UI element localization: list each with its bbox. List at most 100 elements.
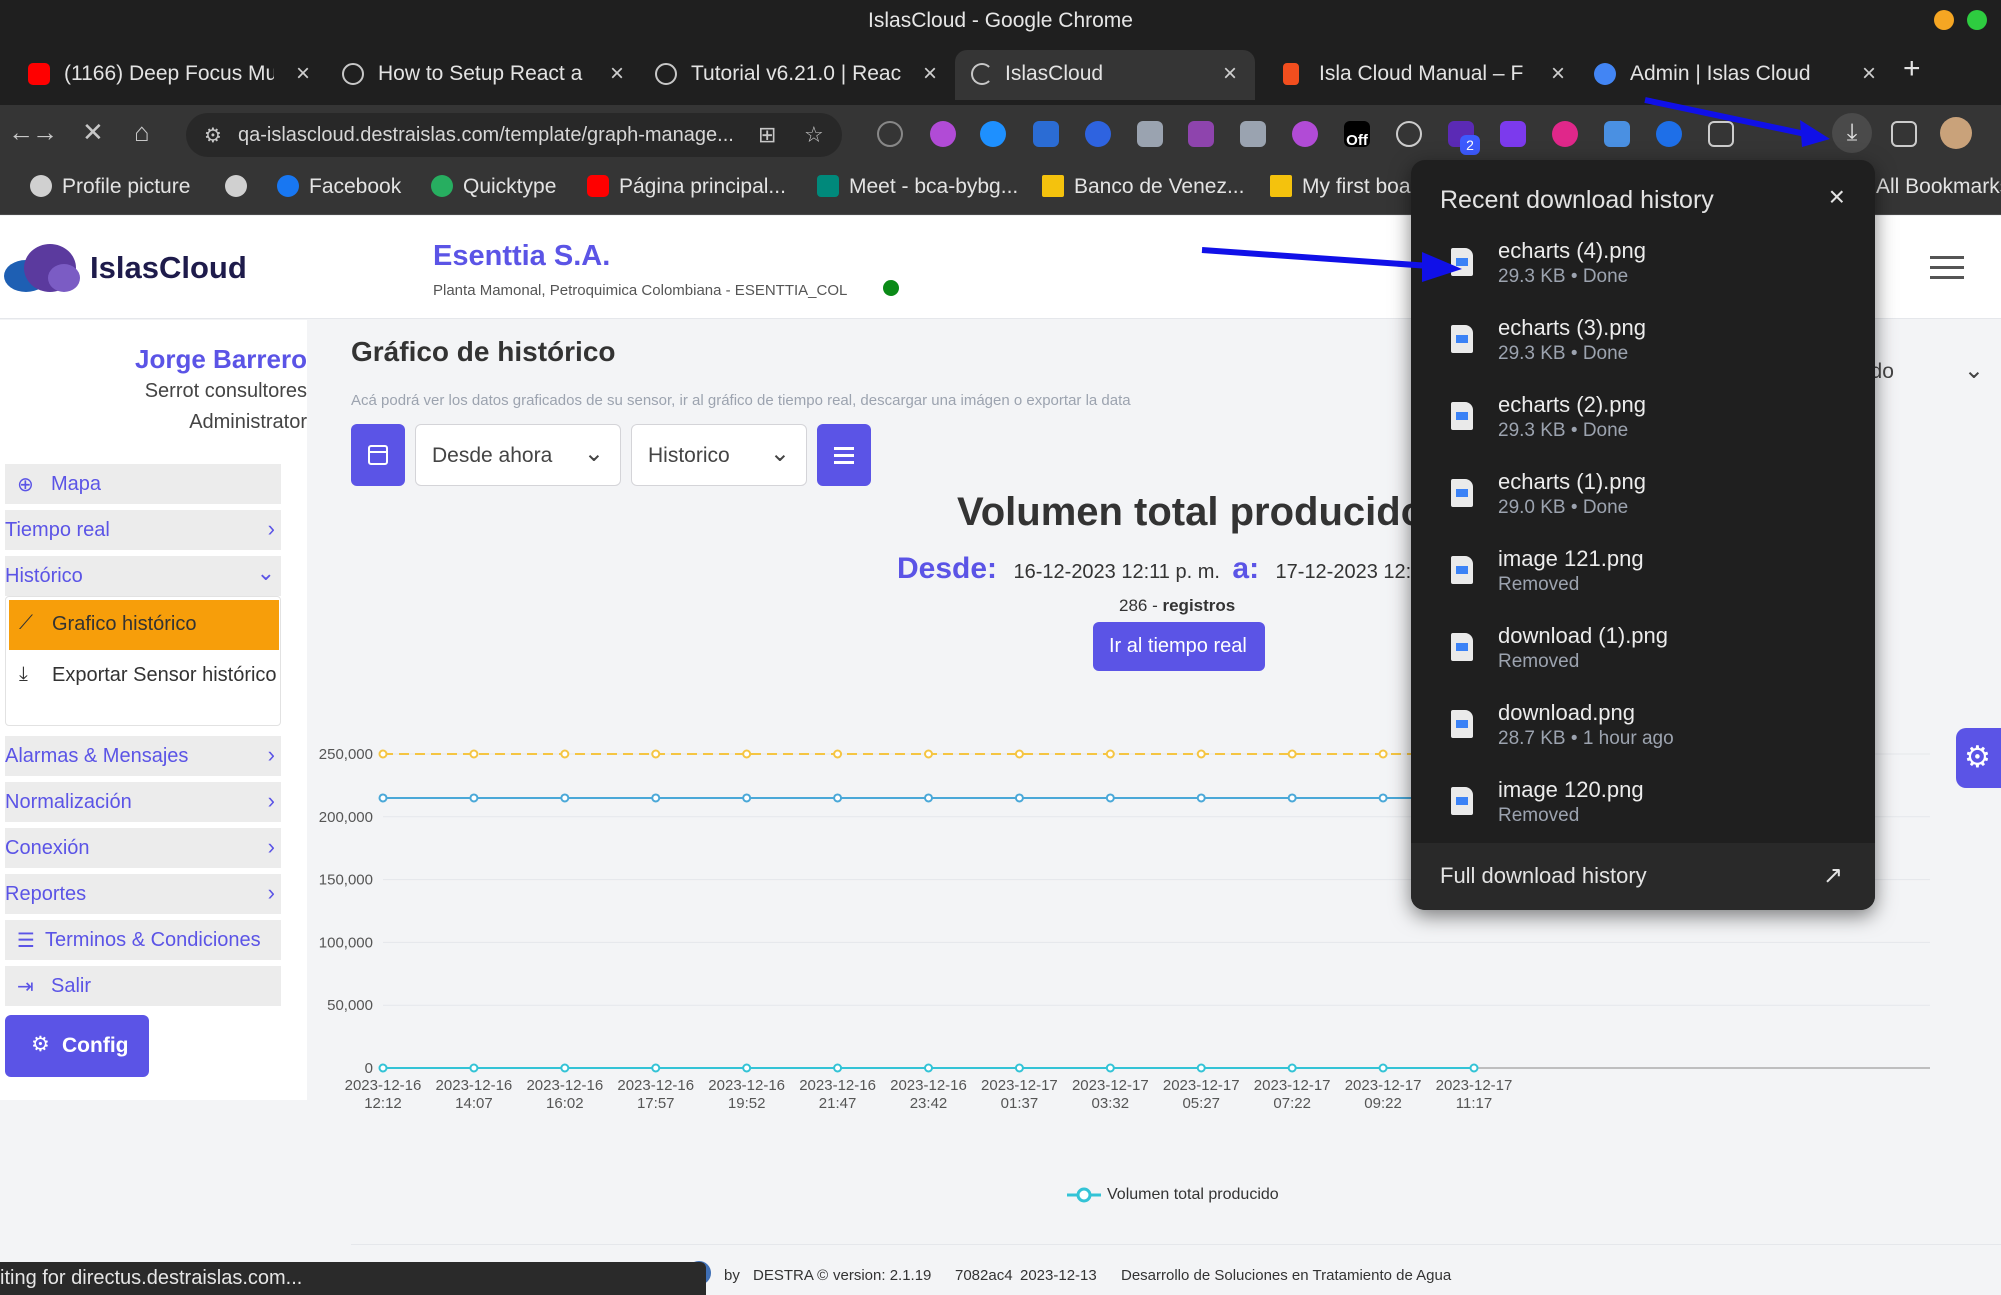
sidebar-item-alarmas[interactable]: Alarmas & Mensajes › <box>5 736 281 776</box>
y-tick-label: 0 <box>365 1060 373 1077</box>
extension-icon[interactable] <box>1137 121 1163 147</box>
chart-legend[interactable]: Volumen total producido <box>1067 1186 1279 1204</box>
close-tab-icon[interactable]: × <box>1223 60 1237 88</box>
close-tab-icon[interactable]: × <box>296 60 310 88</box>
submenu-item-grafico-historico[interactable]: ⟋ Grafico histórico <box>9 600 279 650</box>
close-tab-icon[interactable]: × <box>1551 60 1565 88</box>
data-point <box>1378 1063 1388 1073</box>
bookmark-youtube[interactable]: Página principal... <box>587 175 786 199</box>
tab-admin[interactable]: Admin | Islas Cloud × <box>1594 50 1876 100</box>
extension-badge: 2 <box>1460 135 1480 155</box>
download-status: 29.0 KB • Done <box>1498 497 1629 518</box>
tab-isla-manual[interactable]: Isla Cloud Manual – F × <box>1283 50 1565 100</box>
logo-text[interactable]: IslasCloud <box>90 250 247 286</box>
youtube-icon <box>28 63 50 85</box>
maximize-button[interactable] <box>1967 10 1987 30</box>
url-text: qa-islascloud.destraislas.com/template/g… <box>238 124 734 146</box>
bookmark-quicktype[interactable]: Quicktype <box>431 175 556 199</box>
bookmark-profile-picture[interactable]: Profile picture <box>30 175 190 199</box>
close-tab-icon[interactable]: × <box>1862 60 1876 88</box>
sidebar-item-tiempo-real[interactable]: Tiempo real › <box>5 510 281 550</box>
download-item[interactable]: echarts (4).png 29.3 KB • Done <box>1411 234 1875 310</box>
historico-submenu: ⟋ Grafico histórico ⤓ Exportar Sensor hi… <box>5 596 281 726</box>
footer-by: by <box>724 1267 740 1284</box>
sidebar-item-mapa[interactable]: ⊕ Mapa <box>5 464 281 504</box>
tab-react-setup[interactable]: How to Setup React a × <box>342 50 624 100</box>
data-point <box>1105 749 1115 759</box>
extension-icon[interactable] <box>877 121 903 147</box>
bookmark-facebook[interactable]: Facebook <box>277 175 401 199</box>
bookmark-star-icon[interactable]: ☆ <box>804 122 824 148</box>
extension-icon[interactable] <box>930 121 956 147</box>
download-item[interactable]: image 120.png Removed <box>1411 773 1875 849</box>
bookmark-globe[interactable] <box>225 175 257 199</box>
forward-icon[interactable]: → <box>32 117 58 148</box>
data-point <box>378 793 388 803</box>
full-download-history-link[interactable]: Full download history ↗ <box>1411 843 1875 910</box>
extension-icon[interactable] <box>980 121 1006 147</box>
close-tab-icon[interactable]: × <box>923 60 937 88</box>
extension-icon[interactable] <box>1500 121 1526 147</box>
home-icon[interactable]: ⌂ <box>134 117 150 148</box>
download-item[interactable]: download (1).png Removed <box>1411 619 1875 695</box>
monday-icon <box>1270 175 1292 197</box>
extension-icon[interactable] <box>1085 121 1111 147</box>
sidebar-item-label: Reportes <box>5 883 87 905</box>
translate-icon[interactable]: ⊞ <box>758 122 776 148</box>
sidebar-item-salir[interactable]: ⇥ Salir <box>5 966 281 1006</box>
submenu-item-exportar[interactable]: ⤓ Exportar Sensor histórico <box>9 651 279 701</box>
data-point <box>1196 793 1206 803</box>
tab-label: Admin | Islas Cloud <box>1630 62 1811 85</box>
hamburger-menu-icon[interactable] <box>1930 256 1964 282</box>
extension-icon[interactable] <box>1292 121 1318 147</box>
bookmark-banco[interactable]: Banco de Venez... <box>1042 175 1244 199</box>
avatar[interactable] <box>1940 117 1972 149</box>
footer-date: 2023-12-13 <box>1020 1267 1097 1284</box>
sidebar-item-normalizacion[interactable]: Normalización › <box>5 782 281 822</box>
tab-tutorial[interactable]: Tutorial v6.21.0 | Reac × <box>655 50 937 100</box>
download-item[interactable]: echarts (3).png 29.3 KB • Done <box>1411 311 1875 387</box>
site-info-icon[interactable]: ⚙ <box>204 123 222 148</box>
extension-icon[interactable] <box>1552 121 1578 147</box>
annotation-arrow <box>1644 97 1830 147</box>
minimize-button[interactable] <box>1934 10 1954 30</box>
data-point <box>742 793 752 803</box>
data-point <box>651 749 661 759</box>
y-tick-label: 150,000 <box>319 872 373 889</box>
sidebar-item-terminos[interactable]: ☰ Terminos & Condiciones <box>5 920 281 960</box>
extension-icon[interactable] <box>1033 121 1059 147</box>
download-item[interactable]: echarts (2).png 29.3 KB • Done <box>1411 388 1875 464</box>
react-devtools-icon[interactable] <box>1396 121 1422 147</box>
new-tab-button[interactable]: + <box>1903 52 1921 86</box>
online-status-dot <box>883 280 899 296</box>
user-organization: Serrot consultores <box>144 380 307 402</box>
sidebar-item-reportes[interactable]: Reportes › <box>5 874 281 914</box>
bookmark-my-first-board[interactable]: My first boa <box>1270 175 1411 199</box>
extension-icon[interactable] <box>1188 121 1214 147</box>
extension-icon[interactable] <box>1604 121 1630 147</box>
data-point <box>1105 1063 1115 1073</box>
download-item[interactable]: image 121.png Removed <box>1411 542 1875 618</box>
stop-loading-icon[interactable]: ✕ <box>82 117 104 148</box>
data-point <box>1287 749 1297 759</box>
address-bar[interactable]: ⚙ qa-islascloud.destraislas.com/template… <box>186 113 842 157</box>
download-item[interactable]: echarts (1).png 29.0 KB • Done <box>1411 465 1875 541</box>
all-bookmarks[interactable]: All Bookmarks <box>1876 175 2001 199</box>
bookmark-meet[interactable]: Meet - bca-bybg... <box>817 175 1018 199</box>
tab-label: How to Setup React a <box>378 62 583 85</box>
sidebar-item-historico[interactable]: Histórico ⌄ <box>5 556 281 596</box>
sidebar-item-conexion[interactable]: Conexión › <box>5 828 281 868</box>
tab-deep-focus[interactable]: (1166) Deep Focus Mu × <box>28 50 310 100</box>
floating-settings-button[interactable]: ⚙ <box>1956 728 2001 788</box>
tab-islascloud[interactable]: IslasCloud × <box>955 50 1255 100</box>
close-tab-icon[interactable]: × <box>610 60 624 88</box>
back-icon[interactable]: ← <box>8 117 34 148</box>
status-text: iting for directus.destraislas.com... <box>0 1267 303 1289</box>
close-icon[interactable]: × <box>1829 181 1845 213</box>
extension-icon[interactable] <box>1240 121 1266 147</box>
x-tick-label: 17:57 <box>637 1095 675 1112</box>
side-panel-icon[interactable] <box>1891 121 1917 147</box>
config-button[interactable]: ⚙ Config <box>5 1015 149 1077</box>
extension-off-icon[interactable]: Off <box>1344 121 1370 149</box>
download-item[interactable]: download.png 28.7 KB • 1 hour ago <box>1411 696 1875 772</box>
